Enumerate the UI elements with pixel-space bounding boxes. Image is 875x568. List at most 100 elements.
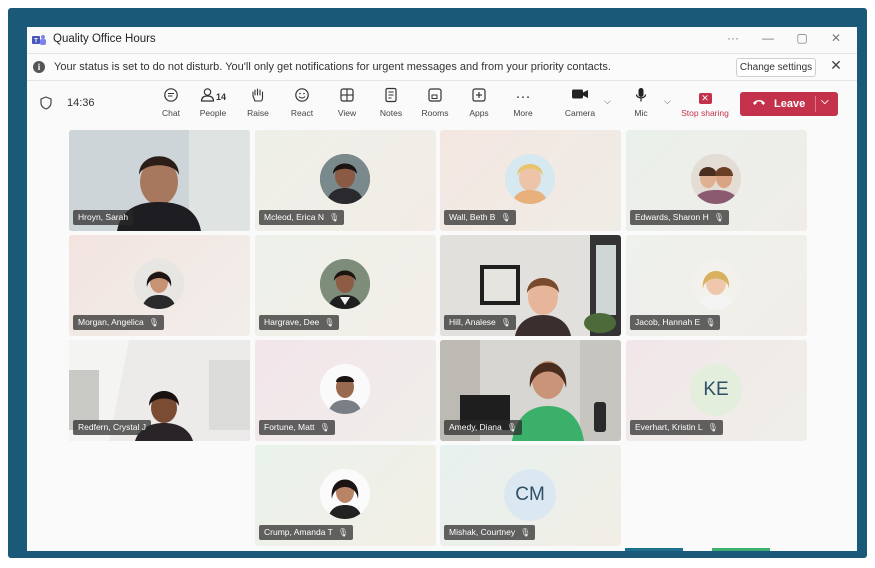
teams-meeting-window: T Quality Office Hours ··· — ▢ ✕ i Your … bbox=[27, 27, 857, 551]
banner-close-icon[interactable]: ✕ bbox=[827, 57, 845, 74]
participant-name: Amedy, Diana 🎙 bbox=[444, 420, 522, 435]
dnd-banner: i Your status is set to do not disturb. … bbox=[27, 53, 857, 81]
mic-off-icon: 🎙 bbox=[506, 423, 517, 432]
participant-name: Hargrave, Dee 🎙 bbox=[259, 315, 340, 330]
participant-initials-avatar: CM bbox=[504, 469, 556, 521]
mic-button[interactable]: Mic bbox=[621, 87, 661, 123]
info-icon: i bbox=[33, 61, 45, 73]
participant-tile[interactable]: Mcleod, Erica N 🎙 bbox=[255, 130, 436, 231]
title-bar: T Quality Office Hours ··· — ▢ ✕ bbox=[27, 27, 857, 53]
participant-avatar bbox=[320, 364, 370, 414]
mic-options-chevron-icon[interactable]: ⌵ bbox=[664, 96, 671, 107]
taskbar-indicator bbox=[625, 548, 683, 551]
meeting-toolbar: 14:36 Chat 14 People Raise React View No… bbox=[27, 81, 857, 127]
participant-name: Hill, Analese 🎙 bbox=[444, 315, 516, 330]
participant-name: Mcleod, Erica N 🎙 bbox=[259, 210, 345, 225]
participant-tile[interactable]: Fortune, Matt 🎙 bbox=[255, 340, 436, 441]
participant-initials-avatar: KE bbox=[690, 364, 742, 416]
rooms-icon bbox=[415, 87, 455, 107]
mic-off-icon: 🎙 bbox=[148, 318, 159, 327]
mic-off-icon: 🎙 bbox=[500, 318, 511, 327]
window-title: Quality Office Hours bbox=[53, 33, 156, 45]
rooms-button[interactable]: Rooms bbox=[415, 87, 455, 123]
change-settings-button[interactable]: Change settings bbox=[736, 58, 816, 77]
maximize-icon[interactable]: ▢ bbox=[791, 31, 813, 45]
camera-button[interactable]: Camera bbox=[560, 87, 600, 123]
mic-off-icon: 🎙 bbox=[500, 213, 511, 222]
participant-name: Crump, Amanda T 🎙 bbox=[259, 525, 353, 540]
participant-tile[interactable]: Crump, Amanda T 🎙 bbox=[255, 445, 436, 546]
participant-name: Edwards, Sharon H 🎙 bbox=[630, 210, 729, 225]
participant-name: Wall, Beth B 🎙 bbox=[444, 210, 516, 225]
participant-tile[interactable]: Hargrave, Dee 🎙 bbox=[255, 235, 436, 336]
participant-name: Redfern, Crystal J bbox=[73, 420, 152, 435]
stop-sharing-icon: ✕ bbox=[698, 93, 712, 104]
participant-name: Fortune, Matt 🎙 bbox=[259, 420, 335, 435]
participant-avatar bbox=[320, 259, 370, 309]
taskbar-indicator bbox=[712, 548, 770, 551]
more-dots-icon: ··· bbox=[515, 88, 531, 105]
people-icon: 14 bbox=[193, 87, 233, 107]
close-icon[interactable]: ✕ bbox=[825, 31, 847, 45]
mic-off-icon: 🎙 bbox=[329, 213, 340, 222]
participant-tile[interactable]: Edwards, Sharon H 🎙 bbox=[626, 130, 807, 231]
grid-view-icon bbox=[327, 87, 367, 107]
meeting-timer: 14:36 bbox=[67, 97, 95, 109]
participant-tile[interactable]: Hroyn, Sarah bbox=[69, 130, 250, 231]
banner-message: Your status is set to do not disturb. Yo… bbox=[54, 61, 611, 73]
raise-hand-button[interactable]: Raise bbox=[238, 87, 278, 123]
hand-icon bbox=[238, 87, 278, 107]
mic-off-icon: 🎙 bbox=[337, 528, 348, 537]
add-apps-icon bbox=[459, 87, 499, 107]
microphone-icon bbox=[621, 87, 661, 107]
teams-app-icon: T bbox=[32, 35, 46, 45]
chat-icon bbox=[151, 87, 191, 107]
mic-off-icon: 🎙 bbox=[319, 423, 330, 432]
more-button[interactable]: ··· More bbox=[503, 87, 543, 123]
svg-text:T: T bbox=[34, 39, 38, 45]
more-options-icon[interactable]: ··· bbox=[722, 31, 744, 45]
participant-name: Everhart, Kristin L 🎙 bbox=[630, 420, 723, 435]
participant-tile[interactable]: Wall, Beth B 🎙 bbox=[440, 130, 621, 231]
participant-avatar bbox=[320, 154, 370, 204]
mic-off-icon: 🎙 bbox=[324, 318, 335, 327]
participant-avatar bbox=[691, 154, 741, 204]
leave-options-chevron-icon[interactable]: ⌵ bbox=[821, 96, 829, 107]
mic-off-icon: 🎙 bbox=[713, 213, 724, 222]
participant-name: Morgan, Angelica 🎙 bbox=[73, 315, 164, 330]
camera-options-chevron-icon[interactable]: ⌵ bbox=[604, 96, 611, 107]
chat-button[interactable]: Chat bbox=[151, 87, 191, 123]
notes-button[interactable]: Notes bbox=[371, 87, 411, 123]
minimize-icon[interactable]: — bbox=[757, 31, 779, 45]
notes-icon bbox=[371, 87, 411, 107]
mic-off-icon: 🎙 bbox=[705, 318, 716, 327]
participant-tile[interactable]: Jacob, Hannah E 🎙 bbox=[626, 235, 807, 336]
participant-tile[interactable]: Amedy, Diana 🎙 bbox=[440, 340, 621, 441]
mic-off-icon: 🎙 bbox=[520, 528, 531, 537]
stop-sharing-button[interactable]: ✕ Stop sharing bbox=[679, 87, 731, 123]
participant-name: Jacob, Hannah E 🎙 bbox=[630, 315, 721, 330]
participant-avatar bbox=[505, 154, 555, 204]
participant-avatar bbox=[691, 259, 741, 309]
participant-name: Mishak, Courtney 🎙 bbox=[444, 525, 536, 540]
people-button[interactable]: 14 People bbox=[193, 87, 233, 123]
participant-avatar bbox=[320, 469, 370, 519]
participant-tile[interactable]: Redfern, Crystal J bbox=[69, 340, 250, 441]
video-gallery: Hroyn, Sarah Mcleod, Erica N 🎙 Wall, Beth… bbox=[27, 128, 857, 551]
apps-button[interactable]: Apps bbox=[459, 87, 499, 123]
react-button[interactable]: React bbox=[282, 87, 322, 123]
smiley-icon bbox=[282, 87, 322, 107]
camera-icon bbox=[560, 87, 600, 107]
participant-tile[interactable]: KE Everhart, Kristin L 🎙 bbox=[626, 340, 807, 441]
phone-hangup-icon bbox=[752, 97, 766, 109]
people-count: 14 bbox=[215, 92, 226, 102]
leave-button[interactable]: Leave ⌵ bbox=[740, 92, 838, 116]
participant-tile[interactable]: CM Mishak, Courtney 🎙 bbox=[440, 445, 621, 546]
view-button[interactable]: View bbox=[327, 87, 367, 123]
participant-tile[interactable]: Hill, Analese 🎙 bbox=[440, 235, 621, 336]
participant-tile[interactable]: Morgan, Angelica 🎙 bbox=[69, 235, 250, 336]
participant-name: Hroyn, Sarah bbox=[73, 210, 134, 225]
participant-avatar bbox=[134, 259, 184, 309]
mic-off-icon: 🎙 bbox=[707, 423, 718, 432]
shield-icon bbox=[40, 96, 52, 110]
